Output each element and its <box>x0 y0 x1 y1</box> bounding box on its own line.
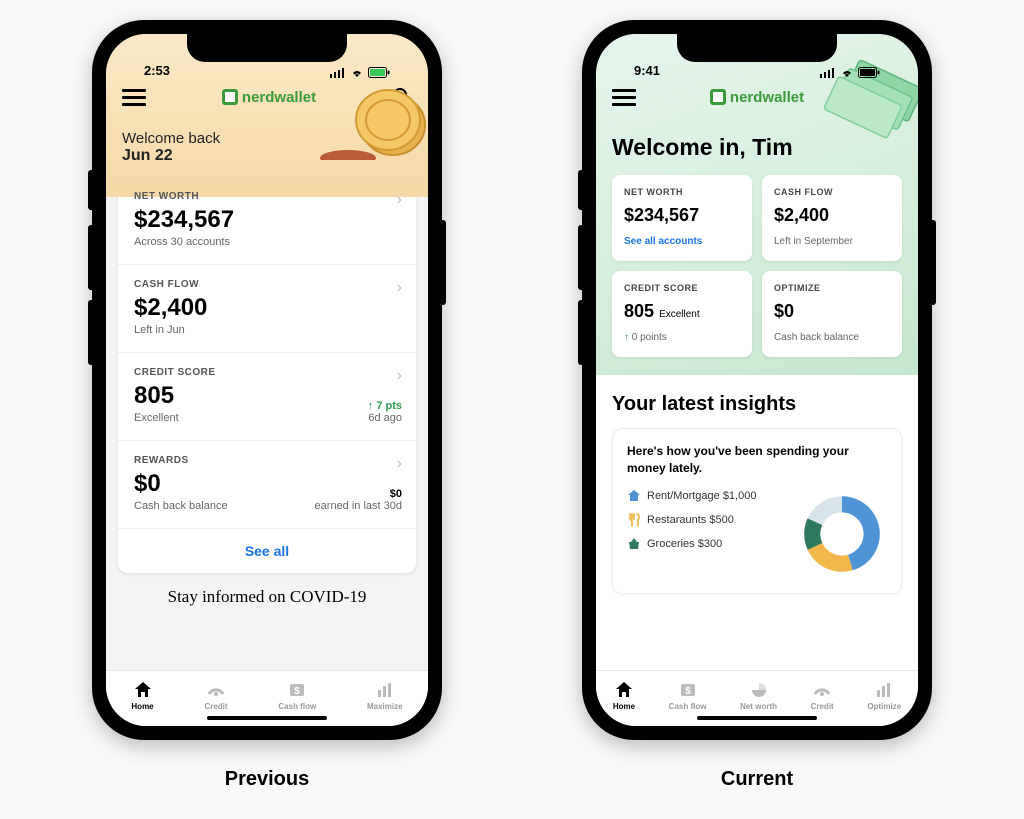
svg-text:$: $ <box>685 686 691 697</box>
tab-net-worth[interactable]: Net worth <box>740 680 777 711</box>
house-icon <box>627 489 641 503</box>
chevron-right-icon: › <box>397 191 402 209</box>
tab-home[interactable]: Home <box>613 680 635 711</box>
spending-legend: Rent/Mortgage $1,000 Restaraunts $500 Gr… <box>627 489 783 551</box>
tab-cash-flow[interactable]: $ Cash flow <box>669 680 707 711</box>
wifi-icon <box>350 68 364 78</box>
tile-optimize[interactable]: OPTIMIZE $0 Cash back balance <box>762 271 902 357</box>
see-all-accounts-link[interactable]: See all accounts <box>624 236 740 247</box>
tile-credit-score[interactable]: CREDIT SCORE 805 Excellent ↑ 0 points <box>612 271 752 357</box>
status-icons <box>820 67 880 78</box>
brand-logo[interactable]: nerdwallet <box>222 89 316 106</box>
battery-icon <box>368 67 390 78</box>
tab-maximize[interactable]: Maximize <box>367 680 403 711</box>
signal-icon <box>330 68 346 78</box>
legend-restaurants: Restaraunts $500 <box>627 513 783 527</box>
caption-previous: Previous <box>225 768 309 791</box>
spending-donut-chart <box>797 489 887 579</box>
credit-score-row[interactable]: › CREDIT SCORE 805 Excellent ↑ 7 pts 6d … <box>118 353 416 441</box>
chevron-right-icon: › <box>397 455 402 473</box>
legend-rent: Rent/Mortgage $1,000 <box>627 489 783 503</box>
chevron-right-icon: › <box>397 367 402 385</box>
bars-icon <box>375 680 395 700</box>
brand-logo[interactable]: nerdwallet <box>710 89 804 106</box>
dollar-icon: $ <box>678 680 698 700</box>
legend-groceries: Groceries $300 <box>627 537 783 551</box>
coins-illustration <box>318 70 428 160</box>
net-worth-row[interactable]: › NET WORTH $234,567 Across 30 accounts <box>118 177 416 265</box>
header-current: 9:41 nerdwallet <box>596 34 918 375</box>
tab-credit[interactable]: Credit <box>204 680 227 711</box>
menu-icon[interactable] <box>612 89 636 106</box>
arrow-up-icon: ↑ <box>624 332 629 343</box>
tab-optimize[interactable]: Optimize <box>867 680 901 711</box>
basket-icon <box>627 537 641 551</box>
phone-frame-previous: 2:53 nerdwallet <box>92 20 442 740</box>
svg-text:$: $ <box>295 686 301 697</box>
tile-cash-flow[interactable]: CASH FLOW $2,400 Left in September <box>762 175 902 261</box>
home-icon <box>133 680 153 700</box>
status-time: 9:41 <box>634 63 660 78</box>
status-time: 2:53 <box>144 63 170 78</box>
tab-home[interactable]: Home <box>131 680 153 711</box>
tab-credit[interactable]: Credit <box>811 680 834 711</box>
tile-net-worth[interactable]: NET WORTH $234,567 See all accounts <box>612 175 752 261</box>
see-all-link[interactable]: See all <box>118 529 416 573</box>
summary-card-stack: › NET WORTH $234,567 Across 30 accounts … <box>118 177 416 573</box>
fork-icon <box>627 513 641 527</box>
menu-icon[interactable] <box>122 89 146 106</box>
insights-title: Your latest insights <box>612 393 902 416</box>
status-icons <box>330 67 390 78</box>
wifi-icon <box>840 68 854 78</box>
caption-current: Current <box>721 768 793 791</box>
gauge-icon <box>206 680 226 700</box>
dollar-icon: $ <box>287 680 307 700</box>
insight-card-spending[interactable]: Here's how you've been spending your mon… <box>612 428 902 594</box>
bars-icon <box>874 680 894 700</box>
chevron-right-icon: › <box>397 279 402 297</box>
phone-frame-current: 9:41 nerdwallet <box>582 20 932 740</box>
covid-banner[interactable]: Stay informed on COVID-19 <box>118 587 416 607</box>
pie-icon <box>749 680 769 700</box>
signal-icon <box>820 68 836 78</box>
home-icon <box>614 680 634 700</box>
tab-cash-flow[interactable]: $ Cash flow <box>278 680 316 711</box>
gauge-icon <box>812 680 832 700</box>
rewards-row[interactable]: › REWARDS $0 Cash back balance $0 earned… <box>118 441 416 529</box>
battery-icon <box>858 67 880 78</box>
cash-flow-row[interactable]: › CASH FLOW $2,400 Left in Jun <box>118 265 416 353</box>
